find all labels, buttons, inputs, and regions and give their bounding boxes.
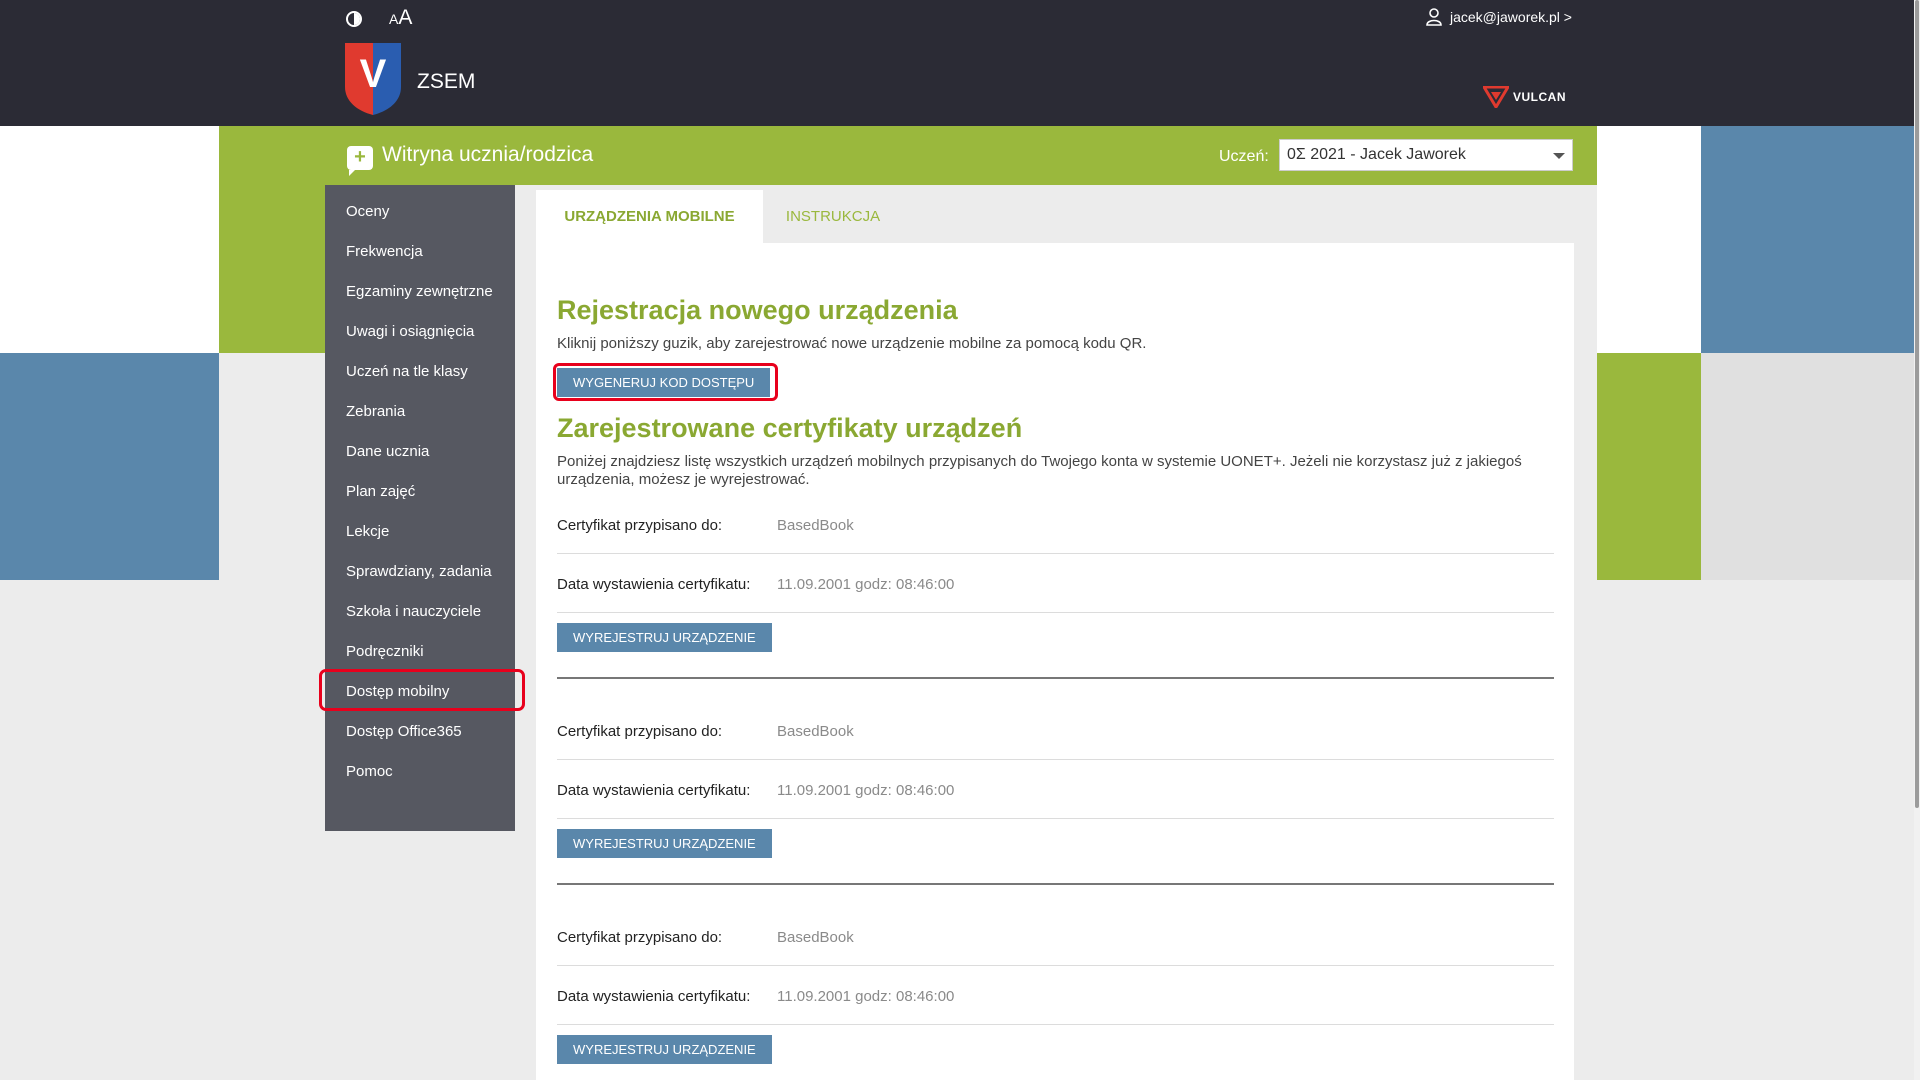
unregister-device-button[interactable]: WYREJESTRUJ URZĄDZENIE (557, 1035, 772, 1064)
user-email: jacek@jaworek.pl > (1450, 9, 1572, 25)
generate-code-highlight (553, 363, 778, 401)
row-divider (557, 818, 1554, 819)
certificates-description: Poniżej znajdziesz listę wszystkich urzą… (557, 453, 1522, 488)
sidebar-item-oceny[interactable]: Oceny (346, 203, 389, 220)
sidebar-item-pomoc[interactable]: Pomoc (346, 763, 393, 780)
sidebar-item-frekwencja[interactable]: Frekwencja (346, 243, 423, 260)
chevron-down-icon (1553, 153, 1565, 159)
certificates-heading: Zarejestrowane certyfikaty urządzeń (557, 413, 1023, 443)
contrast-icon[interactable] (346, 11, 362, 27)
decor-block (0, 353, 219, 580)
school-logo[interactable]: V (345, 43, 401, 115)
row-divider (557, 759, 1554, 760)
certificate-separator (557, 677, 1554, 679)
sidebar-item-plan-zajec[interactable]: Plan zajęć (346, 483, 415, 500)
row-divider (557, 553, 1554, 554)
sidebar-item-dane-ucznia[interactable]: Dane ucznia (346, 443, 429, 460)
sidebar-active-highlight (319, 669, 525, 711)
cert-assigned-label: Certyfikat przypisano do: (557, 723, 723, 740)
certificate-separator (557, 883, 1554, 885)
logo-letter: V (360, 52, 387, 96)
vulcan-icon (1483, 86, 1509, 108)
row-divider (557, 965, 1554, 966)
sidebar-item-podreczniki[interactable]: Podręczniki (346, 643, 424, 660)
vulcan-logo[interactable]: VULCAN (1483, 86, 1566, 108)
sidebar-item-sprawdziany[interactable]: Sprawdziany, zadania (346, 563, 492, 580)
sidebar-item-szkola[interactable]: Szkoła i nauczyciele (346, 603, 481, 620)
sidebar-item-egzaminy[interactable]: Egzaminy zewnętrzne (346, 283, 493, 300)
decor-block (1597, 353, 1701, 580)
sidebar-item-lekcje[interactable]: Lekcje (346, 523, 389, 540)
sidebar-item-uczen-na-tle-klasy[interactable]: Uczeń na tle klasy (346, 363, 468, 380)
tab-instrukcja[interactable]: INSTRUKCJA (763, 190, 903, 243)
cert-device-name: BasedBook (777, 723, 854, 740)
font-size-toggle[interactable]: AA (389, 6, 412, 30)
register-heading: Rejestracja nowego urządzenia (557, 295, 958, 325)
font-size-small-label: A (389, 11, 399, 27)
cert-assigned-label: Certyfikat przypisano do: (557, 517, 723, 534)
site-title: Witryna ucznia/rodzica (382, 143, 594, 166)
cert-date-label: Data wystawienia certyfikatu: (557, 782, 751, 799)
unregister-device-button[interactable]: WYREJESTRUJ URZĄDZENIE (557, 829, 772, 858)
row-divider (557, 1024, 1554, 1025)
cert-date-value: 11.09.2001 godz: 08:46:00 (777, 782, 955, 799)
user-icon (1426, 8, 1442, 26)
cert-date-value: 11.09.2001 godz: 08:46:00 (777, 576, 955, 593)
student-label: Uczeń: (1219, 148, 1269, 165)
decor-block (1701, 353, 1920, 580)
student-select[interactable]: 0Σ 2021 - Jacek Jaworek (1279, 139, 1573, 171)
message-plus-icon: + (347, 146, 373, 176)
sidebar-item-zebrania[interactable]: Zebrania (346, 403, 405, 420)
vendor-name: VULCAN (1513, 90, 1566, 104)
unregister-device-button[interactable]: WYREJESTRUJ URZĄDZENIE (557, 623, 772, 652)
sidebar-item-uwagi[interactable]: Uwagi i osiągnięcia (346, 323, 474, 340)
sidebar-item-office365[interactable]: Dostęp Office365 (346, 723, 462, 740)
decor-block (0, 126, 219, 353)
cert-device-name: BasedBook (777, 929, 854, 946)
font-size-big-label: A (398, 6, 413, 29)
cert-assigned-label: Certyfikat przypisano do: (557, 929, 723, 946)
decor-block (1597, 126, 1701, 353)
decor-block (1701, 126, 1920, 353)
cert-date-label: Data wystawienia certyfikatu: (557, 576, 751, 593)
student-select-value: 0Σ 2021 - Jacek Jaworek (1287, 146, 1466, 163)
cert-device-name: BasedBook (777, 517, 854, 534)
cert-date-value: 11.09.2001 godz: 08:46:00 (777, 988, 955, 1005)
user-account-link[interactable]: jacek@jaworek.pl > (1426, 8, 1572, 26)
scrollbar-thumb[interactable] (1915, 0, 1919, 808)
row-divider (557, 612, 1554, 613)
top-bar (0, 0, 1920, 126)
tab-urzadzenia-mobilne[interactable]: URZĄDZENIA MOBILNE (536, 190, 763, 243)
school-name: ZSEM (417, 70, 476, 93)
register-description: Kliknij poniższy guzik, aby zarejestrowa… (557, 335, 1147, 352)
cert-date-label: Data wystawienia certyfikatu: (557, 988, 751, 1005)
